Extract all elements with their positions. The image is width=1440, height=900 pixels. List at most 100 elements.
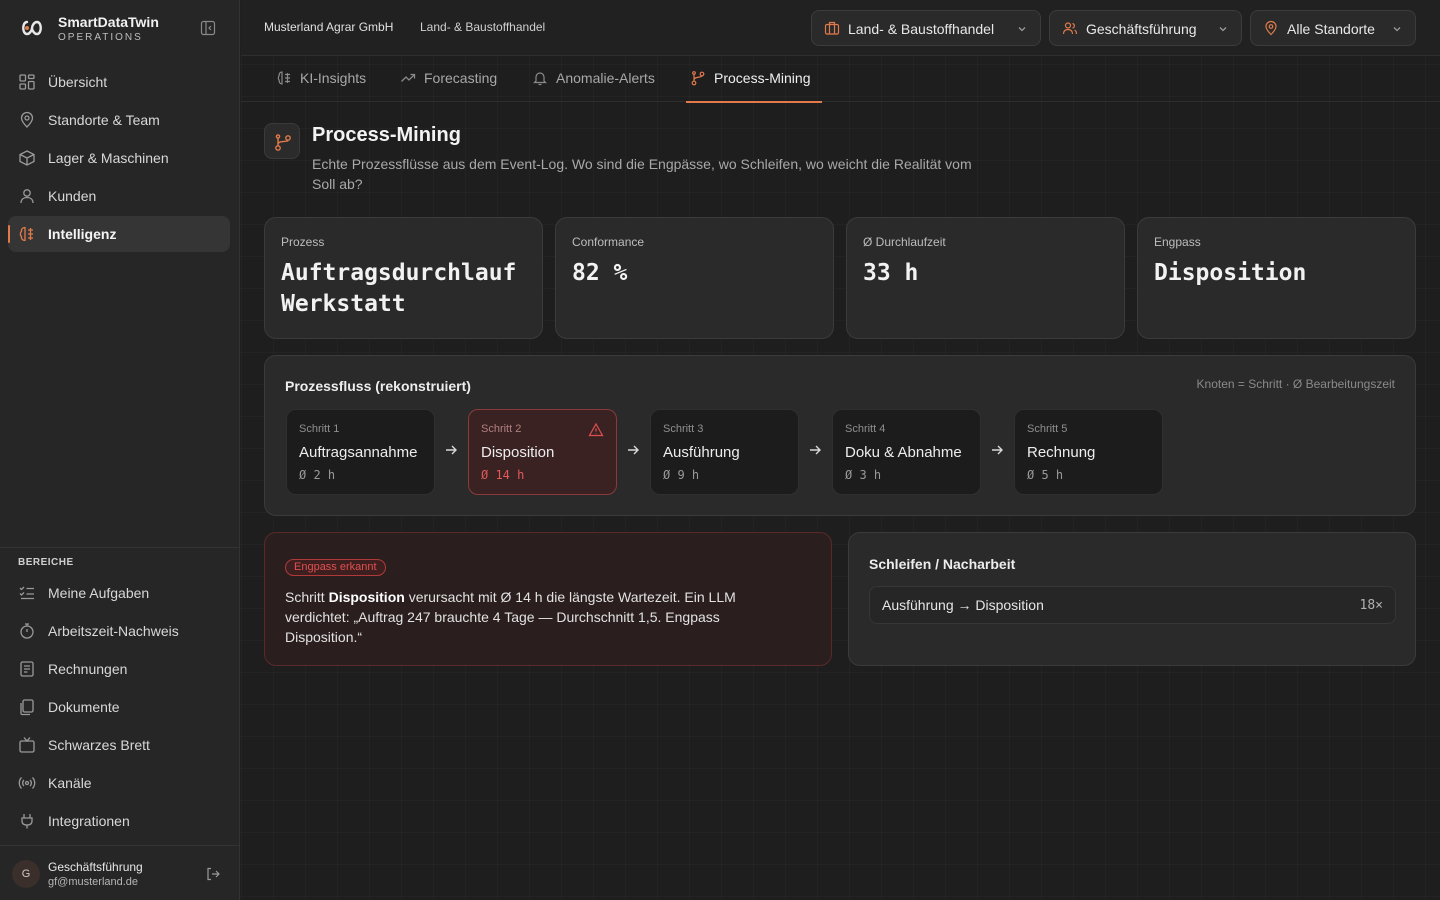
- sidebar-item-intelligenz[interactable]: Intelligenz: [8, 216, 230, 252]
- sidebar-item-dokumente[interactable]: Dokumente: [8, 689, 230, 725]
- sidebar-item-standorte[interactable]: Standorte & Team: [8, 102, 230, 138]
- tab-forecasting[interactable]: Forecasting: [400, 56, 510, 102]
- step-name: Rechnung: [1027, 444, 1096, 461]
- kpi-label: Conformance: [572, 235, 645, 249]
- kpi-card-conformance: Conformance 82 %: [555, 217, 834, 339]
- sidebar-item-label: Integrationen: [48, 813, 130, 829]
- sidebar-item-kanaele[interactable]: Kanäle: [8, 765, 230, 801]
- warning-icon: [588, 422, 604, 437]
- alert-text: Schritt Disposition verursacht mit Ø 14 …: [285, 587, 785, 647]
- avatar[interactable]: G: [12, 860, 40, 888]
- brand-name: SmartDataTwin: [58, 14, 159, 30]
- sidebar-item-integrationen[interactable]: Integrationen: [8, 803, 230, 839]
- chevron-down-icon: [1219, 27, 1227, 32]
- logout-icon[interactable]: [205, 866, 221, 882]
- chevron-down-icon: [1393, 27, 1401, 32]
- status-badge: Engpass erkannt: [285, 559, 386, 576]
- sidebar-item-label: Kunden: [48, 188, 97, 204]
- user-email: gf@musterland.de: [48, 876, 139, 888]
- sidebar-item-label: Intelligenz: [48, 226, 117, 242]
- kpi-value: Disposition: [1154, 260, 1307, 286]
- flow-title: Prozessfluss (rekonstruiert): [285, 378, 471, 394]
- sidebar-item-kunden[interactable]: Kunden: [8, 178, 230, 214]
- tv-icon: [19, 737, 35, 753]
- tab-anomalie-alerts[interactable]: Anomalie-Alerts: [532, 56, 667, 102]
- step-number: Schritt 5: [1027, 423, 1068, 435]
- map-pin-icon: [1265, 20, 1277, 36]
- kpi-value: 33 h: [863, 260, 919, 286]
- step-time: Ø 5 h: [1027, 468, 1064, 482]
- collapse-sidebar-icon[interactable]: [200, 20, 216, 36]
- main-content: Musterland Agrar GmbH Land- & Baustoffha…: [241, 0, 1440, 900]
- list-item[interactable]: Ausführung → Disposition 18×: [869, 586, 1396, 624]
- step-number: Schritt 2: [481, 423, 522, 435]
- user-name: Geschäftsführung: [48, 860, 143, 874]
- arrow-right-icon: [810, 445, 821, 455]
- alert-text-prefix: Schritt: [285, 589, 329, 605]
- loops-card: Schleifen / Nacharbeit Ausführung → Disp…: [848, 532, 1416, 666]
- kpi-card-engpass: Engpass Disposition: [1137, 217, 1416, 339]
- sidebar-item-label: Schwarzes Brett: [48, 737, 150, 753]
- arrow-right-icon: [628, 445, 639, 455]
- sidebar-item-aufgaben[interactable]: Meine Aufgaben: [8, 575, 230, 611]
- checklist-icon: [19, 586, 34, 600]
- step-number: Schritt 3: [663, 423, 704, 435]
- tab-bar: KI-Insights Forecasting Anomalie-Alerts …: [241, 56, 1440, 103]
- flow-step-4[interactable]: Schritt 4 Doku & Abnahme Ø 3 h: [832, 409, 981, 495]
- map-pin-icon: [20, 111, 34, 128]
- tab-label: KI-Insights: [300, 70, 367, 86]
- step-number: Schritt 1: [299, 423, 340, 435]
- sidebar-item-rechnungen[interactable]: Rechnungen: [8, 651, 230, 687]
- step-time: Ø 14 h: [481, 468, 525, 482]
- broadcast-icon: [18, 777, 36, 789]
- page-description: Echte Prozessflüsse aus dem Event-Log. W…: [312, 156, 972, 192]
- documents-icon: [20, 699, 34, 716]
- brand-subtitle: OPERATIONS: [58, 32, 143, 43]
- flow-legend: Knoten = Schritt · Ø Bearbeitungszeit: [1196, 377, 1395, 391]
- brain-icon: [277, 71, 290, 85]
- tab-label: Anomalie-Alerts: [556, 70, 655, 86]
- section-label: BEREICHE: [18, 557, 74, 568]
- loops-title: Schleifen / Nacharbeit: [869, 556, 1016, 572]
- branch-dropdown[interactable]: Land- & Baustoffhandel: [811, 10, 1041, 46]
- loop-count: 18×: [1359, 598, 1383, 613]
- sidebar-item-label: Rechnungen: [48, 661, 128, 677]
- bell-icon: [533, 72, 547, 86]
- sidebar-item-lager[interactable]: Lager & Maschinen: [8, 140, 230, 176]
- loop-name: Ausführung → Disposition: [882, 597, 1044, 613]
- role-dropdown[interactable]: Geschäftsführung: [1049, 10, 1242, 46]
- sidebar-item-label: Standorte & Team: [48, 112, 160, 128]
- topbar: Musterland Agrar GmbH Land- & Baustoffha…: [241, 0, 1440, 56]
- brand[interactable]: SmartDataTwin OPERATIONS: [18, 12, 230, 46]
- breadcrumb-branch[interactable]: Land- & Baustoffhandel: [420, 20, 545, 34]
- process-flow-card: Prozessfluss (rekonstruiert) Knoten = Sc…: [264, 355, 1416, 516]
- flow-step-5[interactable]: Schritt 5 Rechnung Ø 5 h: [1014, 409, 1163, 495]
- sidebar-item-label: Dokumente: [48, 699, 120, 715]
- arrow-right-icon: [992, 445, 1003, 455]
- tab-label: Process-Mining: [714, 70, 811, 86]
- grid-icon: [19, 74, 35, 90]
- sidebar-item-schwarzes-brett[interactable]: Schwarzes Brett: [8, 727, 230, 763]
- tab-process-mining[interactable]: Process-Mining: [686, 56, 822, 103]
- flow-step-2[interactable]: Schritt 2 Disposition Ø 14 h: [468, 409, 617, 495]
- sidebar-item-uebersicht[interactable]: Übersicht: [8, 64, 230, 100]
- sidebar-item-arbeitszeit[interactable]: Arbeitszeit-Nachweis: [8, 613, 230, 649]
- breadcrumb-company[interactable]: Musterland Agrar GmbH: [264, 20, 393, 34]
- step-time: Ø 3 h: [845, 468, 882, 482]
- step-name: Ausführung: [663, 444, 740, 461]
- plug-icon: [21, 814, 33, 829]
- section-divider: [0, 547, 240, 548]
- flow-step-3[interactable]: Schritt 3 Ausführung Ø 9 h: [650, 409, 799, 495]
- sidebar-item-label: Meine Aufgaben: [48, 585, 150, 601]
- page-icon: [264, 123, 300, 159]
- flow-step-1[interactable]: Schritt 1 Auftragsannahme Ø 2 h: [286, 409, 435, 495]
- step-time: Ø 9 h: [663, 468, 700, 482]
- dropdown-label: Alle Standorte: [1287, 21, 1375, 37]
- box-icon: [19, 150, 35, 166]
- sidebar-item-label: Übersicht: [48, 74, 108, 90]
- location-dropdown[interactable]: Alle Standorte: [1250, 10, 1416, 46]
- dropdown-label: Land- & Baustoffhandel: [848, 21, 995, 37]
- tab-ki-insights[interactable]: KI-Insights: [276, 56, 376, 102]
- kpi-card-prozess: Prozess Auftragsdurchlauf Werkstatt: [264, 217, 543, 339]
- sidebar: SmartDataTwin OPERATIONS Übersicht Stand…: [0, 0, 240, 900]
